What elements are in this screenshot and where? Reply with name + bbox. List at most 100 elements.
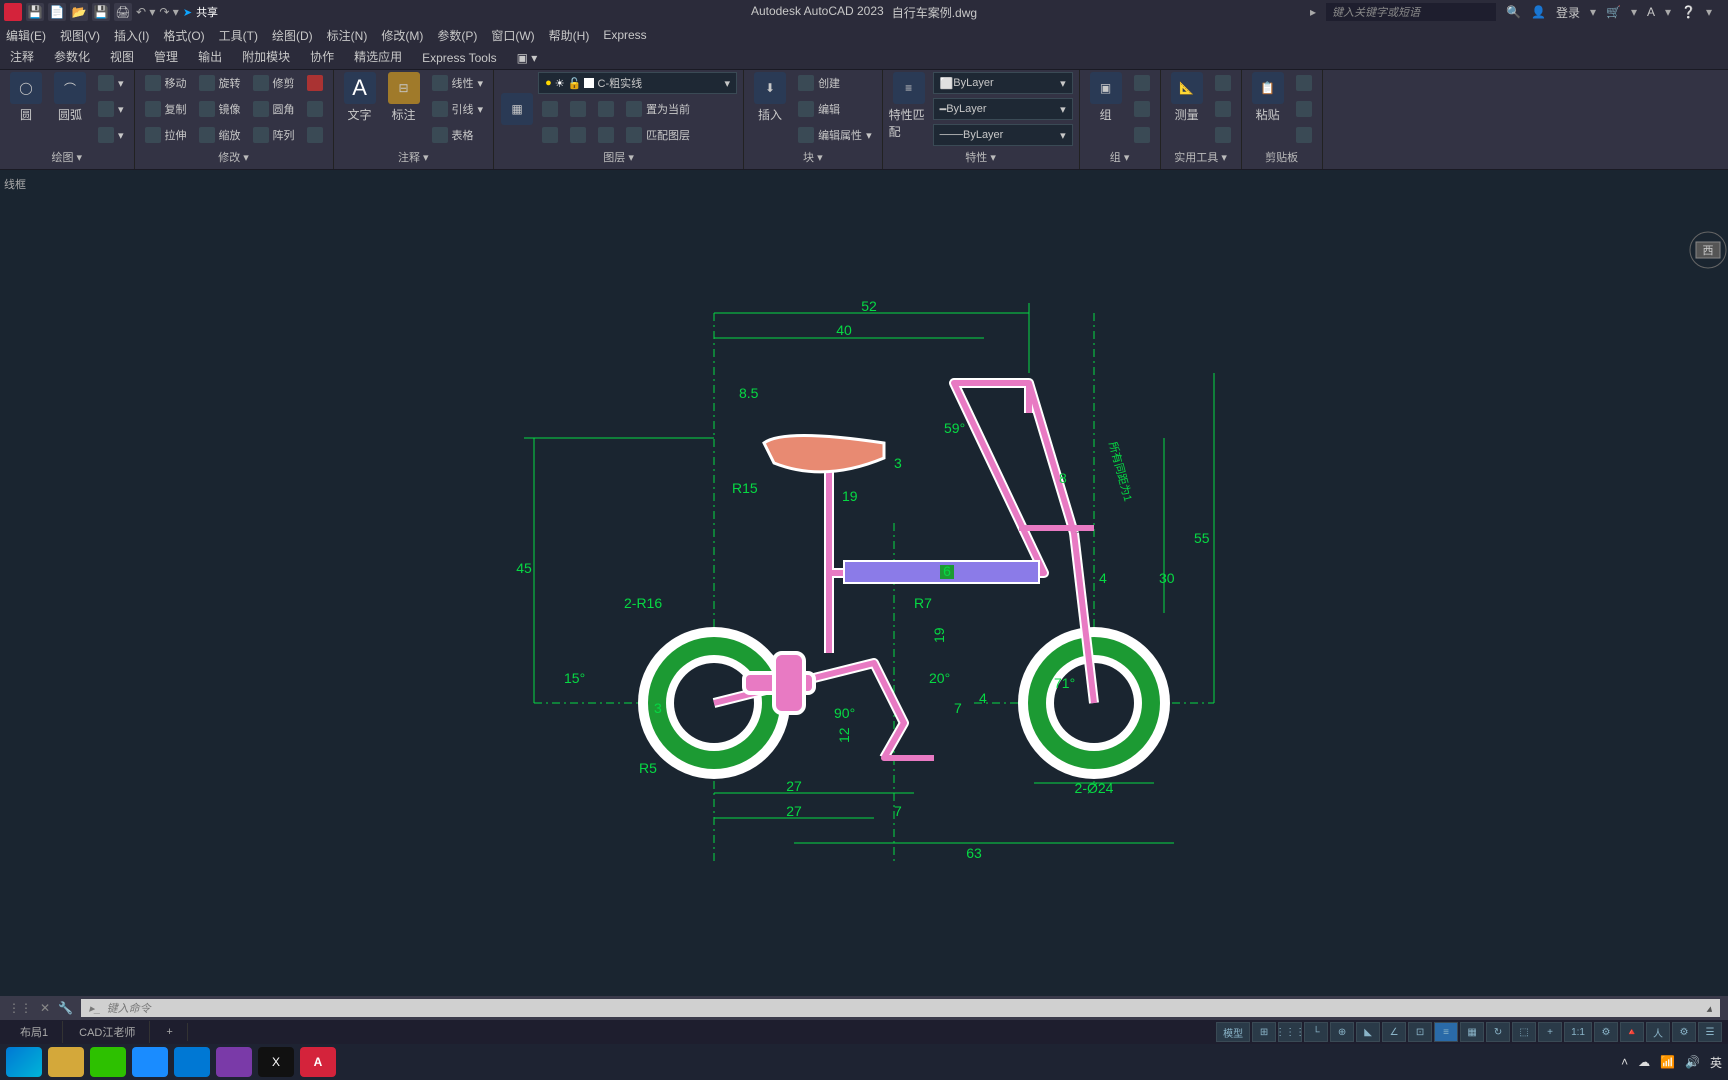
menu-help[interactable]: 帮助(H) xyxy=(549,27,590,44)
layer-icon-4[interactable] xyxy=(538,124,562,146)
rect-button[interactable]: ▾ xyxy=(94,72,128,94)
leader-button[interactable]: 引线 ▾ xyxy=(428,98,488,120)
insert-button[interactable]: ⬇插入 xyxy=(750,72,790,123)
ws-icon[interactable]: ⚙ xyxy=(1672,1022,1696,1042)
scale-button[interactable]: 缩放 xyxy=(195,124,245,146)
login-button[interactable]: 登录 xyxy=(1556,4,1580,21)
layer-icon-2[interactable] xyxy=(566,98,590,120)
wechat-icon[interactable] xyxy=(90,1047,126,1077)
menu-view[interactable]: 视图(V) xyxy=(60,27,100,44)
linear-button[interactable]: 线性 ▾ xyxy=(428,72,488,94)
tab-collab[interactable]: 协作 xyxy=(300,44,344,69)
drawing-canvas[interactable]: 线框 西 xyxy=(0,170,1728,996)
move-button[interactable]: 移动 xyxy=(141,72,191,94)
osnap-icon[interactable]: ∠ xyxy=(1382,1022,1406,1042)
tab-output[interactable]: 输出 xyxy=(188,44,232,69)
matchprop-button[interactable]: ≡特性匹配 xyxy=(889,72,929,140)
lw-combo[interactable]: ━ ByLayer▾ xyxy=(933,98,1073,120)
attr-button[interactable]: 编辑属性 ▾ xyxy=(794,124,876,146)
tab-add[interactable]: + xyxy=(152,1023,187,1041)
cmd-wrench-icon[interactable]: 🔧 xyxy=(58,1001,73,1015)
group-button[interactable]: ▣组 xyxy=(1086,72,1126,123)
browser-icon[interactable] xyxy=(132,1047,168,1077)
command-input[interactable]: ▸_键入命令 ▴ xyxy=(81,999,1720,1017)
dyn-icon[interactable]: + xyxy=(1538,1022,1562,1042)
more-icon[interactable]: ☰ xyxy=(1698,1022,1722,1042)
hatch-button[interactable]: ▾ xyxy=(94,124,128,146)
tab-parametric[interactable]: 参数化 xyxy=(44,44,100,69)
menu-draw[interactable]: 绘图(D) xyxy=(272,27,313,44)
app-menu-icon[interactable] xyxy=(4,3,22,21)
redo-icon[interactable]: ↷ ▾ xyxy=(159,5,178,19)
scale-button[interactable]: 1:1 xyxy=(1564,1022,1592,1042)
explode-icon[interactable] xyxy=(303,98,327,120)
ann2-icon[interactable]: 人 xyxy=(1646,1022,1670,1042)
save-icon[interactable]: 💾 xyxy=(26,3,44,21)
volume-icon[interactable]: 🔊 xyxy=(1685,1055,1700,1069)
autodesk-icon[interactable]: A xyxy=(1647,5,1655,19)
otrack-icon[interactable]: ⊡ xyxy=(1408,1022,1432,1042)
edit-button[interactable]: 编辑 xyxy=(794,98,876,120)
saveas-icon[interactable]: 💾 xyxy=(92,3,110,21)
app2-icon[interactable] xyxy=(216,1047,252,1077)
tab-addins[interactable]: 附加模块 xyxy=(232,44,300,69)
new-icon[interactable]: 📄 xyxy=(48,3,66,21)
menu-tools[interactable]: 工具(T) xyxy=(219,27,258,44)
ltype-combo[interactable]: ─── ByLayer▾ xyxy=(933,124,1073,146)
search-input[interactable]: 键入关键字或短语 xyxy=(1326,3,1496,21)
app3-icon[interactable]: X xyxy=(258,1047,294,1077)
menu-param[interactable]: 参数(P) xyxy=(437,27,477,44)
match-button[interactable]: 匹配图层 xyxy=(622,124,694,146)
plot-icon[interactable]: 🖨 xyxy=(114,3,132,21)
menu-insert[interactable]: 插入(I) xyxy=(114,27,149,44)
tab-featured[interactable]: 精选应用 xyxy=(344,44,412,69)
measure-button[interactable]: 📐测量 xyxy=(1167,72,1207,123)
tab-annotate[interactable]: 注释 xyxy=(0,44,44,69)
grid-icon[interactable]: ⊞ xyxy=(1252,1022,1276,1042)
onedrive-icon[interactable]: ☁ xyxy=(1638,1055,1650,1069)
trim-button[interactable]: 修剪 xyxy=(249,72,299,94)
wifi-icon[interactable]: 📶 xyxy=(1660,1055,1675,1069)
menu-modify[interactable]: 修改(M) xyxy=(381,27,423,44)
tab-view[interactable]: 视图 xyxy=(100,44,144,69)
tab-manage[interactable]: 管理 xyxy=(144,44,188,69)
layer-icon-1[interactable] xyxy=(538,98,562,120)
offset-icon[interactable] xyxy=(303,124,327,146)
layerprops-button[interactable]: ▦ xyxy=(500,93,534,125)
text-button[interactable]: A文字 xyxy=(340,72,380,123)
array-button[interactable]: 阵列 xyxy=(249,124,299,146)
gear-icon[interactable]: ⚙ xyxy=(1594,1022,1618,1042)
visual-style-label[interactable]: 线框 xyxy=(4,176,26,192)
stretch-button[interactable]: 拉伸 xyxy=(141,124,191,146)
menu-format[interactable]: 格式(O) xyxy=(163,27,204,44)
tab-cad-teacher[interactable]: CAD江老师 xyxy=(65,1021,150,1043)
open-icon[interactable]: 📂 xyxy=(70,3,88,21)
tab-extras[interactable]: ▣ ▾ xyxy=(507,47,548,69)
layer-icon-3[interactable] xyxy=(594,98,618,120)
rotate-button[interactable]: 旋转 xyxy=(195,72,245,94)
iso-icon[interactable]: ◣ xyxy=(1356,1022,1380,1042)
table-button[interactable]: 表格 xyxy=(428,124,488,146)
help-icon[interactable]: ❔ xyxy=(1681,5,1696,19)
tray-up-icon[interactable]: ˄ xyxy=(1621,1055,1628,1069)
create-button[interactable]: 创建 xyxy=(794,72,876,94)
tab-layout1[interactable]: 布局1 xyxy=(6,1021,63,1043)
circle-button[interactable]: ◯圆 xyxy=(6,72,46,123)
cmd-close-icon[interactable]: ✕ xyxy=(40,1001,50,1015)
layer-icon-6[interactable] xyxy=(594,124,618,146)
user-icon[interactable]: 👤 xyxy=(1531,5,1546,19)
view-cube[interactable]: 西 xyxy=(1688,230,1728,290)
menu-dim[interactable]: 标注(N) xyxy=(327,27,368,44)
3d-icon[interactable]: ⬚ xyxy=(1512,1022,1536,1042)
search-arrow-icon[interactable]: ▸ xyxy=(1310,5,1316,19)
share-button[interactable]: ➤ 共享 xyxy=(183,4,218,20)
color-combo[interactable]: ⬜ ByLayer▾ xyxy=(933,72,1073,94)
cart-icon[interactable]: 🛒 xyxy=(1606,5,1621,19)
fillet-button[interactable]: 圆角 xyxy=(249,98,299,120)
start-icon[interactable] xyxy=(6,1047,42,1077)
layer-icon-5[interactable] xyxy=(566,124,590,146)
ann-icon[interactable]: 🔺 xyxy=(1620,1022,1644,1042)
copy-button[interactable]: 复制 xyxy=(141,98,191,120)
search-icon[interactable]: 🔍 xyxy=(1506,5,1521,19)
menu-edit[interactable]: 编辑(E) xyxy=(6,27,46,44)
